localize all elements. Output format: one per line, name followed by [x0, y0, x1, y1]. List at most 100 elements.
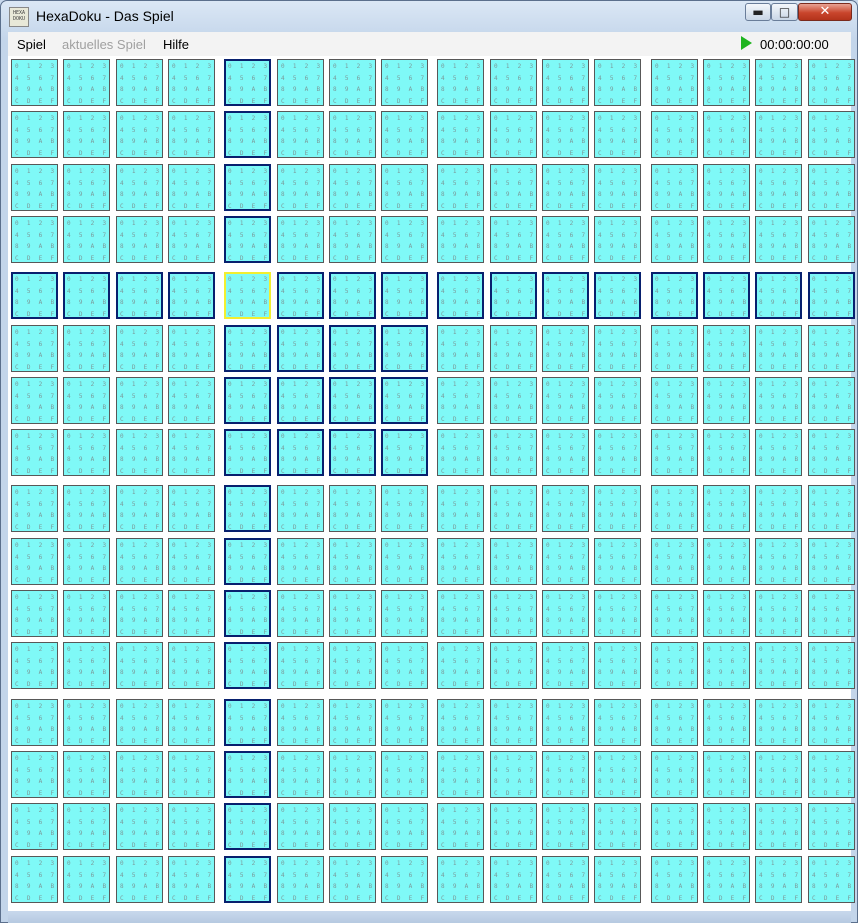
- board-cell[interactable]: 0 1 2 3 4 5 6 7 8 9 A B C D E F: [381, 538, 428, 585]
- board-cell[interactable]: 0 1 2 3 4 5 6 7 8 9 A B C D E F: [490, 751, 537, 798]
- board-cell[interactable]: 0 1 2 3 4 5 6 7 8 9 A B C D E F: [437, 272, 484, 319]
- board-cell[interactable]: 0 1 2 3 4 5 6 7 8 9 A B C D E F: [116, 216, 163, 263]
- board-cell[interactable]: 0 1 2 3 4 5 6 7 8 9 A B C D E F: [224, 751, 271, 798]
- board-cell[interactable]: 0 1 2 3 4 5 6 7 8 9 A B C D E F: [277, 856, 324, 903]
- board-cell[interactable]: 0 1 2 3 4 5 6 7 8 9 A B C D E F: [381, 642, 428, 689]
- board-cell[interactable]: 0 1 2 3 4 5 6 7 8 9 A B C D E F: [808, 590, 855, 637]
- board-cell[interactable]: 0 1 2 3 4 5 6 7 8 9 A B C D E F: [11, 429, 58, 476]
- board-cell[interactable]: 0 1 2 3 4 5 6 7 8 9 A B C D E F: [381, 216, 428, 263]
- board-cell[interactable]: 0 1 2 3 4 5 6 7 8 9 A B C D E F: [63, 164, 110, 211]
- board-cell[interactable]: 0 1 2 3 4 5 6 7 8 9 A B C D E F: [594, 377, 641, 424]
- board-cell[interactable]: 0 1 2 3 4 5 6 7 8 9 A B C D E F: [329, 377, 376, 424]
- board-cell[interactable]: 0 1 2 3 4 5 6 7 8 9 A B C D E F: [116, 429, 163, 476]
- board-cell[interactable]: 0 1 2 3 4 5 6 7 8 9 A B C D E F: [381, 59, 428, 106]
- board-cell[interactable]: 0 1 2 3 4 5 6 7 8 9 A B C D E F: [594, 642, 641, 689]
- board-cell[interactable]: 0 1 2 3 4 5 6 7 8 9 A B C D E F: [63, 642, 110, 689]
- board-cell[interactable]: 0 1 2 3 4 5 6 7 8 9 A B C D E F: [63, 216, 110, 263]
- board-cell[interactable]: 0 1 2 3 4 5 6 7 8 9 A B C D E F: [594, 164, 641, 211]
- board-cell[interactable]: 0 1 2 3 4 5 6 7 8 9 A B C D E F: [224, 111, 271, 158]
- board-cell[interactable]: 0 1 2 3 4 5 6 7 8 9 A B C D E F: [116, 164, 163, 211]
- board-cell[interactable]: 0 1 2 3 4 5 6 7 8 9 A B C D E F: [703, 59, 750, 106]
- board-cell[interactable]: 0 1 2 3 4 5 6 7 8 9 A B C D E F: [168, 429, 215, 476]
- board-cell[interactable]: 0 1 2 3 4 5 6 7 8 9 A B C D E F: [168, 272, 215, 319]
- board-cell[interactable]: 0 1 2 3 4 5 6 7 8 9 A B C D E F: [63, 803, 110, 850]
- board-cell[interactable]: 0 1 2 3 4 5 6 7 8 9 A B C D E F: [11, 538, 58, 585]
- board-cell[interactable]: 0 1 2 3 4 5 6 7 8 9 A B C D E F: [329, 751, 376, 798]
- board-cell[interactable]: 0 1 2 3 4 5 6 7 8 9 A B C D E F: [277, 429, 324, 476]
- board-cell[interactable]: 0 1 2 3 4 5 6 7 8 9 A B C D E F: [542, 485, 589, 532]
- board-cell[interactable]: 0 1 2 3 4 5 6 7 8 9 A B C D E F: [651, 377, 698, 424]
- board-cell[interactable]: 0 1 2 3 4 5 6 7 8 9 A B C D E F: [651, 642, 698, 689]
- board-cell[interactable]: 0 1 2 3 4 5 6 7 8 9 A B C D E F: [703, 216, 750, 263]
- menu-hilfe[interactable]: Hilfe: [163, 37, 189, 52]
- board-cell[interactable]: 0 1 2 3 4 5 6 7 8 9 A B C D E F: [116, 59, 163, 106]
- board-cell[interactable]: 0 1 2 3 4 5 6 7 8 9 A B C D E F: [277, 216, 324, 263]
- board-cell[interactable]: 0 1 2 3 4 5 6 7 8 9 A B C D E F: [329, 642, 376, 689]
- board-cell[interactable]: 0 1 2 3 4 5 6 7 8 9 A B C D E F: [703, 642, 750, 689]
- board-cell[interactable]: 0 1 2 3 4 5 6 7 8 9 A B C D E F: [755, 538, 802, 585]
- board-cell[interactable]: 0 1 2 3 4 5 6 7 8 9 A B C D E F: [329, 59, 376, 106]
- board-cell[interactable]: 0 1 2 3 4 5 6 7 8 9 A B C D E F: [703, 751, 750, 798]
- board-cell[interactable]: 0 1 2 3 4 5 6 7 8 9 A B C D E F: [11, 164, 58, 211]
- title-bar[interactable]: HEXA DOKU HexaDoku - Das Spiel ▬ □ ✕: [1, 1, 857, 32]
- board-cell[interactable]: 0 1 2 3 4 5 6 7 8 9 A B C D E F: [224, 538, 271, 585]
- board-cell[interactable]: 0 1 2 3 4 5 6 7 8 9 A B C D E F: [11, 111, 58, 158]
- board-cell[interactable]: 0 1 2 3 4 5 6 7 8 9 A B C D E F: [116, 272, 163, 319]
- board-cell[interactable]: 0 1 2 3 4 5 6 7 8 9 A B C D E F: [11, 699, 58, 746]
- board-cell[interactable]: 0 1 2 3 4 5 6 7 8 9 A B C D E F: [11, 856, 58, 903]
- board-cell[interactable]: 0 1 2 3 4 5 6 7 8 9 A B C D E F: [594, 272, 641, 319]
- board-cell[interactable]: 0 1 2 3 4 5 6 7 8 9 A B C D E F: [755, 272, 802, 319]
- board-cell[interactable]: 0 1 2 3 4 5 6 7 8 9 A B C D E F: [224, 429, 271, 476]
- board-cell[interactable]: 0 1 2 3 4 5 6 7 8 9 A B C D E F: [116, 485, 163, 532]
- board-cell[interactable]: 0 1 2 3 4 5 6 7 8 9 A B C D E F: [808, 751, 855, 798]
- board-cell[interactable]: 0 1 2 3 4 5 6 7 8 9 A B C D E F: [542, 216, 589, 263]
- board-cell[interactable]: 0 1 2 3 4 5 6 7 8 9 A B C D E F: [116, 538, 163, 585]
- board-cell[interactable]: 0 1 2 3 4 5 6 7 8 9 A B C D E F: [224, 216, 271, 263]
- board-cell[interactable]: 0 1 2 3 4 5 6 7 8 9 A B C D E F: [224, 485, 271, 532]
- board-cell[interactable]: 0 1 2 3 4 5 6 7 8 9 A B C D E F: [755, 485, 802, 532]
- board-cell[interactable]: 0 1 2 3 4 5 6 7 8 9 A B C D E F: [437, 377, 484, 424]
- board-cell[interactable]: 0 1 2 3 4 5 6 7 8 9 A B C D E F: [381, 429, 428, 476]
- board-cell[interactable]: 0 1 2 3 4 5 6 7 8 9 A B C D E F: [490, 590, 537, 637]
- board-cell[interactable]: 0 1 2 3 4 5 6 7 8 9 A B C D E F: [277, 325, 324, 372]
- board-cell[interactable]: 0 1 2 3 4 5 6 7 8 9 A B C D E F: [63, 699, 110, 746]
- board-cell[interactable]: 0 1 2 3 4 5 6 7 8 9 A B C D E F: [490, 272, 537, 319]
- board-cell[interactable]: 0 1 2 3 4 5 6 7 8 9 A B C D E F: [808, 216, 855, 263]
- menu-spiel[interactable]: Spiel: [17, 37, 46, 52]
- board-cell[interactable]: 0 1 2 3 4 5 6 7 8 9 A B C D E F: [651, 272, 698, 319]
- board-cell[interactable]: 0 1 2 3 4 5 6 7 8 9 A B C D E F: [116, 803, 163, 850]
- maximize-button[interactable]: □: [771, 3, 798, 21]
- board-cell[interactable]: 0 1 2 3 4 5 6 7 8 9 A B C D E F: [168, 856, 215, 903]
- board-cell[interactable]: 0 1 2 3 4 5 6 7 8 9 A B C D E F: [808, 538, 855, 585]
- board-cell[interactable]: 0 1 2 3 4 5 6 7 8 9 A B C D E F: [63, 429, 110, 476]
- board-cell[interactable]: 0 1 2 3 4 5 6 7 8 9 A B C D E F: [594, 429, 641, 476]
- board-cell[interactable]: 0 1 2 3 4 5 6 7 8 9 A B C D E F: [437, 59, 484, 106]
- board-cell[interactable]: 0 1 2 3 4 5 6 7 8 9 A B C D E F: [703, 325, 750, 372]
- board-cell[interactable]: 0 1 2 3 4 5 6 7 8 9 A B C D E F: [808, 325, 855, 372]
- board-cell[interactable]: 0 1 2 3 4 5 6 7 8 9 A B C D E F: [168, 111, 215, 158]
- board-cell[interactable]: 0 1 2 3 4 5 6 7 8 9 A B C D E F: [651, 59, 698, 106]
- board-cell[interactable]: 0 1 2 3 4 5 6 7 8 9 A B C D E F: [490, 642, 537, 689]
- board-cell[interactable]: 0 1 2 3 4 5 6 7 8 9 A B C D E F: [277, 59, 324, 106]
- board-cell[interactable]: 0 1 2 3 4 5 6 7 8 9 A B C D E F: [651, 164, 698, 211]
- board-cell[interactable]: 0 1 2 3 4 5 6 7 8 9 A B C D E F: [168, 59, 215, 106]
- board-cell[interactable]: 0 1 2 3 4 5 6 7 8 9 A B C D E F: [224, 59, 271, 106]
- board-cell[interactable]: 0 1 2 3 4 5 6 7 8 9 A B C D E F: [437, 699, 484, 746]
- board-cell[interactable]: 0 1 2 3 4 5 6 7 8 9 A B C D E F: [168, 325, 215, 372]
- board-cell[interactable]: 0 1 2 3 4 5 6 7 8 9 A B C D E F: [542, 325, 589, 372]
- board-cell[interactable]: 0 1 2 3 4 5 6 7 8 9 A B C D E F: [437, 538, 484, 585]
- board-cell[interactable]: 0 1 2 3 4 5 6 7 8 9 A B C D E F: [381, 699, 428, 746]
- board-cell[interactable]: 0 1 2 3 4 5 6 7 8 9 A B C D E F: [11, 216, 58, 263]
- board-cell[interactable]: 0 1 2 3 4 5 6 7 8 9 A B C D E F: [277, 642, 324, 689]
- board-cell[interactable]: 0 1 2 3 4 5 6 7 8 9 A B C D E F: [808, 856, 855, 903]
- board-cell[interactable]: 0 1 2 3 4 5 6 7 8 9 A B C D E F: [490, 803, 537, 850]
- board-cell[interactable]: 0 1 2 3 4 5 6 7 8 9 A B C D E F: [594, 751, 641, 798]
- board-cell[interactable]: 0 1 2 3 4 5 6 7 8 9 A B C D E F: [63, 111, 110, 158]
- board-cell[interactable]: 0 1 2 3 4 5 6 7 8 9 A B C D E F: [224, 325, 271, 372]
- board-cell[interactable]: 0 1 2 3 4 5 6 7 8 9 A B C D E F: [224, 377, 271, 424]
- board-cell[interactable]: 0 1 2 3 4 5 6 7 8 9 A B C D E F: [542, 429, 589, 476]
- close-button[interactable]: ✕: [798, 3, 852, 21]
- board-cell[interactable]: 0 1 2 3 4 5 6 7 8 9 A B C D E F: [651, 429, 698, 476]
- play-icon[interactable]: [741, 36, 752, 50]
- board-cell[interactable]: 0 1 2 3 4 5 6 7 8 9 A B C D E F: [542, 751, 589, 798]
